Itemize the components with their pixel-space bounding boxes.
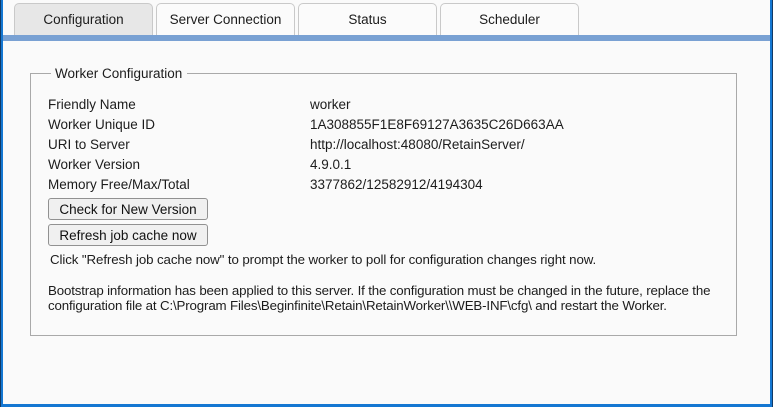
- tab-server-connection[interactable]: Server Connection: [156, 3, 295, 35]
- uri-to-server-label: URI to Server: [48, 137, 130, 152]
- field-row-uri-to-server: URI to Server http://localhost:48080/Ret…: [48, 135, 720, 155]
- refresh-job-cache-button[interactable]: Refresh job cache now: [48, 224, 208, 246]
- worker-configuration-group: Worker Configuration Friendly Name worke…: [30, 66, 737, 336]
- tab-status[interactable]: Status: [298, 3, 437, 35]
- uri-to-server-value: http://localhost:48080/RetainServer/: [310, 137, 525, 152]
- window-frame: Configuration Server Connection Status S…: [0, 0, 773, 407]
- field-row-worker-version: Worker Version 4.9.0.1: [48, 155, 720, 175]
- field-row-worker-unique-id: Worker Unique ID 1A308855F1E8F69127A3635…: [48, 115, 720, 135]
- field-row-friendly-name: Friendly Name worker: [48, 95, 720, 115]
- tab-underline-bar: [3, 35, 770, 41]
- friendly-name-value: worker: [310, 97, 351, 112]
- worker-config-window: Configuration Server Connection Status S…: [1, 0, 772, 407]
- memory-value: 3377862/12582912/4194304: [310, 177, 483, 192]
- worker-version-label: Worker Version: [48, 157, 141, 172]
- worker-configuration-legend: Worker Configuration: [55, 66, 183, 81]
- worker-version-value: 4.9.0.1: [310, 157, 352, 172]
- bootstrap-info-text: Bootstrap information has been applied t…: [48, 283, 711, 313]
- tab-scheduler[interactable]: Scheduler: [440, 3, 579, 35]
- worker-unique-id-value: 1A308855F1E8F69127A3635C26D663AA: [310, 117, 564, 132]
- config-field-list: Friendly Name worker Worker Unique ID 1A…: [48, 95, 720, 195]
- refresh-hint-text: Click "Refresh job cache now" to prompt …: [50, 252, 597, 267]
- tab-configuration[interactable]: Configuration: [14, 3, 153, 35]
- tab-bar: Configuration Server Connection Status S…: [3, 0, 770, 35]
- friendly-name-label: Friendly Name: [48, 97, 136, 112]
- field-row-memory: Memory Free/Max/Total 3377862/12582912/4…: [48, 175, 720, 195]
- worker-unique-id-label: Worker Unique ID: [48, 117, 156, 132]
- memory-label: Memory Free/Max/Total: [48, 177, 190, 192]
- check-for-new-version-button[interactable]: Check for New Version: [48, 198, 208, 220]
